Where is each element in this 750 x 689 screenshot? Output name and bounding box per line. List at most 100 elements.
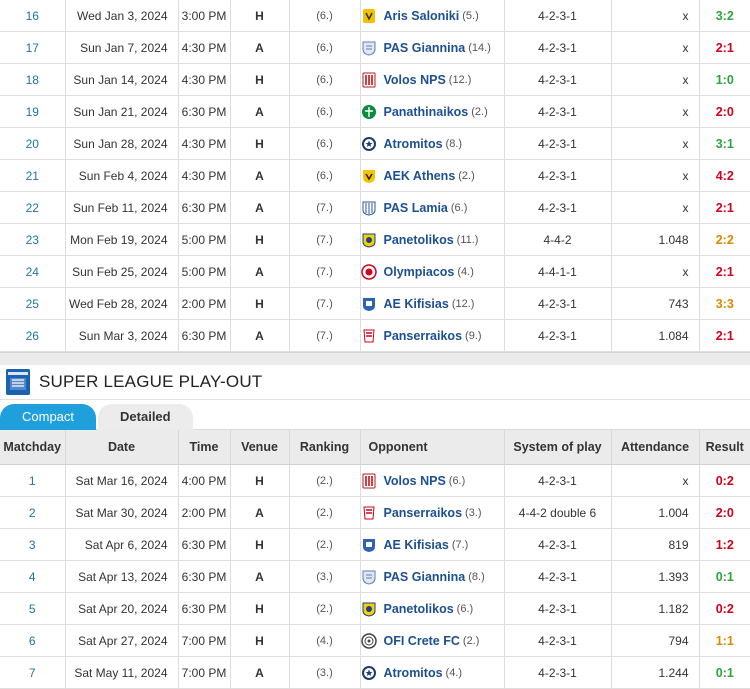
club-crest-icon[interactable] (361, 665, 377, 681)
match-venue: A (230, 255, 290, 288)
club-crest-icon[interactable] (360, 632, 377, 649)
matchday-link[interactable]: 4 (0, 560, 66, 593)
opponent-link[interactable]: Volos NPS (384, 73, 446, 87)
matchday-link[interactable]: 6 (0, 624, 66, 657)
section-title: SUPER LEAGUE PLAY-OUT (39, 372, 263, 391)
matchday-link[interactable]: 21 (0, 159, 66, 192)
team-ranking: (2.) (289, 592, 361, 625)
opponent-link[interactable]: Atromitos (384, 666, 443, 680)
playout-table: Matchday Date Time Venue Ranking Opponen… (0, 430, 750, 689)
header-system[interactable]: System of play (504, 430, 612, 465)
match-result-link[interactable]: 3:3 (699, 287, 750, 320)
match-date: Sun Jan 28, 2024 (65, 127, 179, 160)
matchday-link[interactable]: 22 (0, 191, 66, 224)
opponent-link[interactable]: Panserraikos (384, 506, 463, 520)
match-result-link[interactable]: 4:2 (699, 159, 750, 192)
opponent-link[interactable]: Panathinaikos (384, 105, 469, 119)
match-result-link[interactable]: 2:1 (699, 255, 750, 288)
club-crest-icon[interactable] (361, 601, 377, 617)
club-crest-icon[interactable] (361, 296, 377, 312)
opponent-link[interactable]: Panetolikos (384, 233, 454, 247)
matchday-link[interactable]: 23 (0, 223, 66, 256)
match-date: Wed Feb 28, 2024 (65, 287, 179, 320)
tab-detailed[interactable]: Detailed (98, 404, 193, 430)
team-ranking: (3.) (289, 560, 361, 593)
opponent-cell: PAS Giannina (8.) (360, 560, 505, 593)
matchday-link[interactable]: 17 (0, 31, 66, 64)
match-time: 4:30 PM (178, 127, 231, 160)
matchday-link[interactable]: 1 (0, 464, 66, 497)
match-venue: A (230, 656, 290, 689)
match-result-link[interactable]: 2:1 (699, 191, 750, 224)
match-date: Wed Jan 3, 2024 (65, 0, 179, 32)
club-crest-icon[interactable] (361, 72, 377, 88)
header-attendance[interactable]: Attendance (611, 430, 700, 465)
opponent-link[interactable]: PAS Giannina (384, 570, 466, 584)
club-crest-icon[interactable] (361, 136, 377, 152)
matchday-link[interactable]: 7 (0, 656, 66, 689)
matchday-link[interactable]: 16 (0, 0, 66, 32)
club-crest-icon[interactable] (361, 104, 377, 120)
opponent-link[interactable]: AE Kifisias (384, 538, 449, 552)
club-crest-icon[interactable] (361, 40, 377, 56)
match-venue: A (230, 95, 290, 128)
club-crest-icon[interactable] (361, 200, 377, 216)
club-crest-icon[interactable] (361, 232, 377, 248)
club-crest-icon[interactable] (360, 263, 377, 280)
header-matchday[interactable]: Matchday (0, 430, 66, 465)
match-result-link[interactable]: 3:1 (699, 127, 750, 160)
match-result-link[interactable]: 1:1 (699, 624, 750, 657)
club-crest-icon[interactable] (361, 8, 377, 24)
match-result-link[interactable]: 0:2 (699, 592, 750, 625)
header-ranking[interactable]: Ranking (289, 430, 361, 465)
match-result-link[interactable]: 1:0 (699, 63, 750, 96)
header-opponent[interactable]: Opponent (360, 430, 505, 465)
matchday-link[interactable]: 25 (0, 287, 66, 320)
match-result-link[interactable]: 0:1 (699, 656, 750, 689)
opponent-link[interactable]: OFI Crete FC (384, 634, 460, 648)
opponent-link[interactable]: Panserraikos (384, 329, 463, 343)
match-result-link[interactable]: 3:2 (699, 0, 750, 32)
opponent-link[interactable]: Olympiacos (384, 265, 455, 279)
match-result-link[interactable]: 2:0 (699, 95, 750, 128)
matchday-link[interactable]: 26 (0, 319, 66, 352)
opponent-link[interactable]: PAS Giannina (384, 41, 466, 55)
match-result-link[interactable]: 2:1 (699, 319, 750, 352)
opponent-link[interactable]: Panetolikos (384, 602, 454, 616)
match-result-link[interactable]: 1:2 (699, 528, 750, 561)
match-result-link[interactable]: 0:1 (699, 560, 750, 593)
club-crest-icon[interactable] (361, 569, 377, 585)
club-crest-icon[interactable] (361, 328, 377, 344)
header-time[interactable]: Time (178, 430, 231, 465)
club-crest-icon[interactable] (361, 473, 377, 489)
tab-compact[interactable]: Compact (0, 404, 97, 430)
opponent-link[interactable]: PAS Lamia (384, 201, 448, 215)
club-crest-icon[interactable] (361, 505, 377, 521)
matchday-link[interactable]: 24 (0, 255, 66, 288)
matchday-link[interactable]: 3 (0, 528, 66, 561)
matchday-link[interactable]: 20 (0, 127, 66, 160)
club-crest-icon[interactable] (361, 168, 377, 184)
header-venue[interactable]: Venue (230, 430, 290, 465)
match-result-link[interactable]: 2:1 (699, 31, 750, 64)
opponent-link[interactable]: Atromitos (384, 137, 443, 151)
table-row: 2 Sat Mar 30, 2024 2:00 PM A (2.) Panserraiko… (0, 496, 750, 529)
match-date: Sun Jan 7, 2024 (65, 31, 179, 64)
club-crest-icon[interactable] (361, 537, 377, 553)
matchday-link[interactable]: 18 (0, 63, 66, 96)
matchday-link[interactable]: 19 (0, 95, 66, 128)
opponent-link[interactable]: AEK Athens (384, 169, 456, 183)
match-result-link[interactable]: 2:0 (699, 496, 750, 529)
matchday-link[interactable]: 5 (0, 592, 66, 625)
header-result[interactable]: Result (699, 430, 750, 465)
header-date[interactable]: Date (65, 430, 179, 465)
opponent-ranking: (11.) (456, 233, 479, 246)
opponent-link[interactable]: Volos NPS (384, 474, 446, 488)
matchday-link[interactable]: 2 (0, 496, 66, 529)
match-venue: A (230, 31, 290, 64)
opponent-link[interactable]: AE Kifisias (384, 297, 449, 311)
match-time: 4:30 PM (178, 63, 231, 96)
match-result-link[interactable]: 2:2 (699, 223, 750, 256)
opponent-link[interactable]: Aris Saloniki (384, 9, 460, 23)
match-result-link[interactable]: 0:2 (699, 464, 750, 497)
